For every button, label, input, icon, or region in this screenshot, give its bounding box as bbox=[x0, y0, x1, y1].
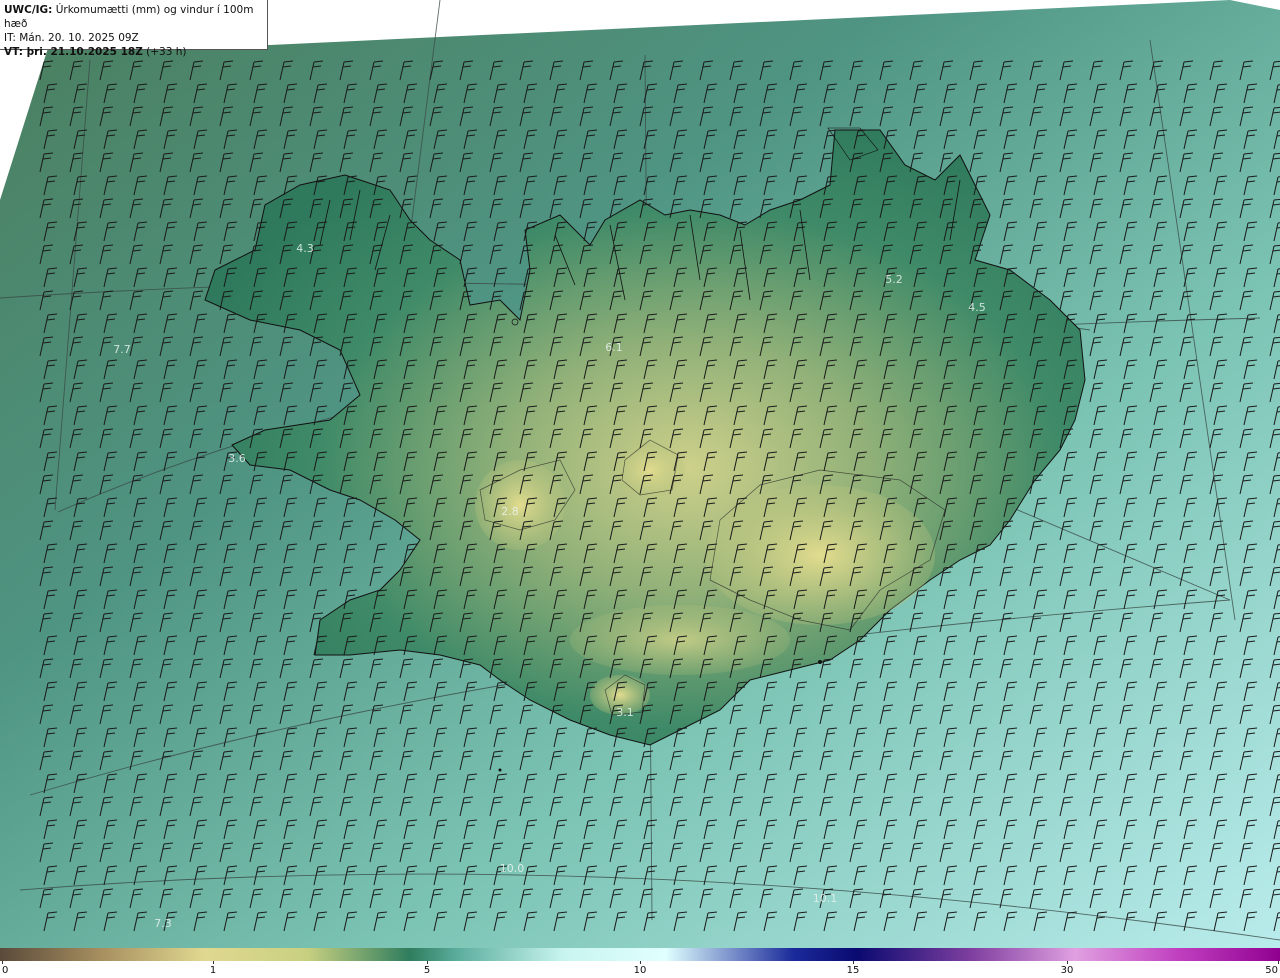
colorbar-tick-label: 0 bbox=[2, 965, 9, 976]
colorbar-tick-label: 1 bbox=[209, 965, 217, 976]
colorbar-tick-mark bbox=[2, 961, 3, 964]
valid-time: VT: þri. 21.10.2025 18Z bbox=[4, 46, 143, 58]
colorbar-tick-label: 5 bbox=[423, 965, 431, 976]
colorbar-tick-mark bbox=[1067, 961, 1068, 964]
precip-value-label: 7.3 bbox=[154, 917, 172, 930]
precip-value-label: 2.8 bbox=[501, 505, 519, 518]
precip-value-label: 4.3 bbox=[296, 242, 314, 255]
precip-value-label: 3.6 bbox=[228, 452, 246, 465]
colorbar-tick-label: 30 bbox=[1060, 965, 1074, 976]
precip-value-label: 6.1 bbox=[605, 341, 623, 354]
precip-value-label: 10.0 bbox=[500, 862, 525, 875]
colorbar-tick-label: 10 bbox=[633, 965, 647, 976]
colorbar-tick-mark bbox=[213, 961, 214, 964]
colorbar-tick-mark bbox=[640, 961, 641, 964]
precip-colorbar: 0 1 5 10 15 30 50 bbox=[0, 948, 1280, 978]
precip-value-label: 7.7 bbox=[113, 343, 131, 356]
colorbar-gradient bbox=[0, 948, 1280, 961]
colorbar-tick-mark bbox=[853, 961, 854, 964]
colorbar-tick-mark bbox=[427, 961, 428, 964]
model-label: UWC/IG: bbox=[4, 4, 53, 16]
forecast-map: 4.3 7.7 3.6 2.8 3.1 10.0 7.3 10.1 5.2 4.5 6.1 bbox=[0, 0, 1280, 948]
initial-time: IT: Mán. 20. 10. 2025 09Z bbox=[4, 32, 139, 44]
map-info-box: UWC/IG: Úrkomumætti (mm) og vindur í 100… bbox=[0, 0, 268, 58]
colorbar-tick-mark bbox=[1278, 961, 1279, 964]
lead-time: (+33 h) bbox=[142, 46, 187, 58]
colorbar-tick-label: 50 bbox=[1265, 965, 1278, 976]
precip-value-label: 3.1 bbox=[616, 706, 634, 719]
precip-value-label: 4.5 bbox=[968, 301, 986, 314]
colorbar-tick-label: 15 bbox=[846, 965, 860, 976]
precip-value-label: 10.1 bbox=[813, 892, 838, 905]
precip-value-label: 5.2 bbox=[885, 273, 903, 286]
